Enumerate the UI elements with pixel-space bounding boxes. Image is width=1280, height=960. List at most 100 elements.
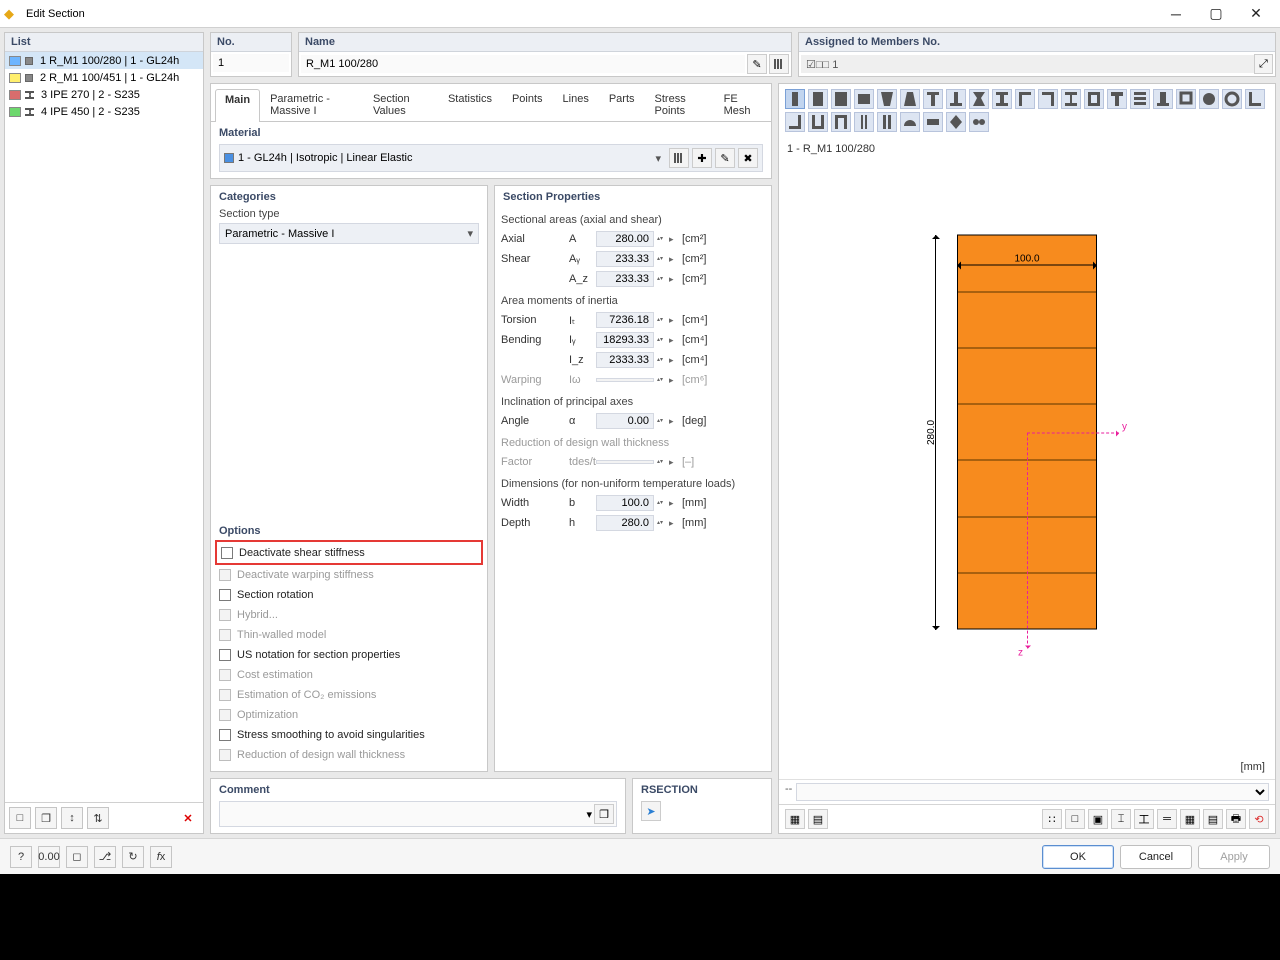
profile-icon-28[interactable] xyxy=(946,112,966,132)
arrow-icon[interactable]: ▸ xyxy=(669,335,679,346)
up-button[interactable]: ↕ xyxy=(61,807,83,829)
assigned-input[interactable] xyxy=(801,55,1254,73)
profile-icon-22[interactable] xyxy=(808,112,828,132)
toggle-1-icon[interactable]: ▦ xyxy=(785,809,805,829)
list-item[interactable]: 3 IPE 270 | 2 - S235 xyxy=(5,86,203,103)
tab-main[interactable]: Main xyxy=(215,89,260,122)
profile-icon-29[interactable] xyxy=(969,112,989,132)
prop-value[interactable]: 233.33 xyxy=(596,251,654,267)
delete-button[interactable]: ✕ xyxy=(177,807,199,829)
spinner-icon[interactable]: ▴▾ xyxy=(657,317,666,323)
toggle-2-icon[interactable]: ▤ xyxy=(808,809,828,829)
option-stress-smoothing-to-avoid-singularities[interactable]: Stress smoothing to avoid singularities xyxy=(219,726,479,743)
prop-value[interactable]: 7236.18 xyxy=(596,312,654,328)
prop-value[interactable]: 18293.33 xyxy=(596,332,654,348)
name-input[interactable] xyxy=(301,55,745,73)
view-6-icon[interactable]: ═ xyxy=(1157,809,1177,829)
print-icon[interactable]: 🖶 xyxy=(1226,809,1246,829)
spinner-icon[interactable]: ▴▾ xyxy=(657,357,666,363)
profile-icon-16[interactable] xyxy=(1153,89,1173,109)
preview-canvas[interactable]: 1 - R_M1 100/280 100.0 280.0 [mm] xyxy=(779,137,1275,779)
profile-icon-5[interactable] xyxy=(900,89,920,109)
checkbox[interactable] xyxy=(219,729,231,741)
material-del-icon[interactable]: ✖ xyxy=(738,148,758,168)
checkbox[interactable] xyxy=(219,589,231,601)
view3d-icon[interactable]: ◻ xyxy=(66,846,88,868)
profile-icon-11[interactable] xyxy=(1038,89,1058,109)
spinner-icon[interactable]: ▴▾ xyxy=(657,418,666,424)
arrow-icon[interactable]: ▸ xyxy=(669,254,679,265)
tab-parametric-massive-i[interactable]: Parametric - Massive I xyxy=(260,88,363,121)
view-1-icon[interactable]: ∷ xyxy=(1042,809,1062,829)
library-icon[interactable] xyxy=(769,54,789,74)
prop-value[interactable]: 280.0 xyxy=(596,515,654,531)
material-combo[interactable]: 1 - GL24h | Isotropic | Linear Elastic ▾… xyxy=(219,144,763,172)
comment-input[interactable] xyxy=(222,806,584,822)
prop-value[interactable]: 233.33 xyxy=(596,271,654,287)
profile-icon-24[interactable] xyxy=(854,112,874,132)
profile-icon-17[interactable] xyxy=(1176,89,1196,109)
copy-button[interactable]: ❐ xyxy=(35,807,57,829)
arrow-icon[interactable]: ▸ xyxy=(669,234,679,245)
select-members-icon[interactable]: ⤢ xyxy=(1254,54,1273,74)
profile-icon-21[interactable] xyxy=(785,112,805,132)
profile-icon-19[interactable] xyxy=(1222,89,1242,109)
spinner-icon[interactable]: ▴▾ xyxy=(657,236,666,242)
tab-parts[interactable]: Parts xyxy=(599,88,645,121)
maximize-button[interactable]: ▢ xyxy=(1196,0,1236,27)
edit-name-icon[interactable]: ✎ xyxy=(747,54,767,74)
checkbox[interactable] xyxy=(219,649,231,661)
ok-button[interactable]: OK xyxy=(1042,845,1114,869)
list-item[interactable]: 1 R_M1 100/280 | 1 - GL24h xyxy=(5,52,203,69)
profile-icon-0[interactable] xyxy=(785,89,805,109)
arrow-icon[interactable]: ▸ xyxy=(669,518,679,529)
option-deactivate-shear-stiffness[interactable]: Deactivate shear stiffness xyxy=(221,544,477,561)
view-7-icon[interactable]: ▦ xyxy=(1180,809,1200,829)
spinner-icon[interactable]: ▴▾ xyxy=(657,256,666,262)
material-new-icon[interactable]: ✚ xyxy=(692,148,712,168)
tab-lines[interactable]: Lines xyxy=(553,88,599,121)
preview-select[interactable] xyxy=(796,783,1269,801)
tab-section-values[interactable]: Section Values xyxy=(363,88,438,121)
prop-value[interactable]: 100.0 xyxy=(596,495,654,511)
list-item[interactable]: 4 IPE 450 | 2 - S235 xyxy=(5,103,203,120)
close-button[interactable]: ✕ xyxy=(1236,0,1276,27)
arrow-icon[interactable]: ▸ xyxy=(669,315,679,326)
view-5-icon[interactable]: 工 xyxy=(1134,809,1154,829)
profile-icon-6[interactable] xyxy=(923,89,943,109)
profile-icon-8[interactable] xyxy=(969,89,989,109)
profile-icon-1[interactable] xyxy=(808,89,828,109)
tree-icon[interactable]: ⎇ xyxy=(94,846,116,868)
tab-fe-mesh[interactable]: FE Mesh xyxy=(714,88,767,121)
minimize-button[interactable]: ─ xyxy=(1156,0,1196,27)
profile-icon-9[interactable] xyxy=(992,89,1012,109)
profile-icon-18[interactable] xyxy=(1199,89,1219,109)
no-input[interactable] xyxy=(213,54,289,72)
prop-value[interactable]: 0.00 xyxy=(596,413,654,429)
profile-icon-13[interactable] xyxy=(1084,89,1104,109)
profile-icon-20[interactable] xyxy=(1245,89,1265,109)
help-icon[interactable]: ? xyxy=(10,846,32,868)
fx-icon[interactable]: fx xyxy=(150,846,172,868)
profile-icon-10[interactable] xyxy=(1015,89,1035,109)
apply-button[interactable]: Apply xyxy=(1198,845,1270,869)
refresh-icon[interactable]: ↻ xyxy=(122,846,144,868)
reset-icon[interactable]: ⟲ xyxy=(1249,809,1269,829)
spinner-icon[interactable]: ▴▾ xyxy=(657,500,666,506)
checkbox[interactable] xyxy=(221,547,233,559)
spinner-icon[interactable]: ▴▾ xyxy=(657,337,666,343)
option-section-rotation[interactable]: Section rotation xyxy=(219,586,479,603)
profile-icon-26[interactable] xyxy=(900,112,920,132)
cancel-button[interactable]: Cancel xyxy=(1120,845,1192,869)
sort-button[interactable]: ⇅ xyxy=(87,807,109,829)
comment-lib-icon[interactable]: ❐ xyxy=(594,804,614,824)
list-item[interactable]: 2 R_M1 100/451 | 1 - GL24h xyxy=(5,69,203,86)
profile-icon-3[interactable] xyxy=(854,89,874,109)
prop-value[interactable]: 280.00 xyxy=(596,231,654,247)
material-edit-icon[interactable]: ✎ xyxy=(715,148,735,168)
arrow-icon[interactable]: ▸ xyxy=(669,274,679,285)
tab-statistics[interactable]: Statistics xyxy=(438,88,502,121)
view-4-icon[interactable]: ⌶ xyxy=(1111,809,1131,829)
profile-icon-25[interactable] xyxy=(877,112,897,132)
spinner-icon[interactable]: ▴▾ xyxy=(657,276,666,282)
